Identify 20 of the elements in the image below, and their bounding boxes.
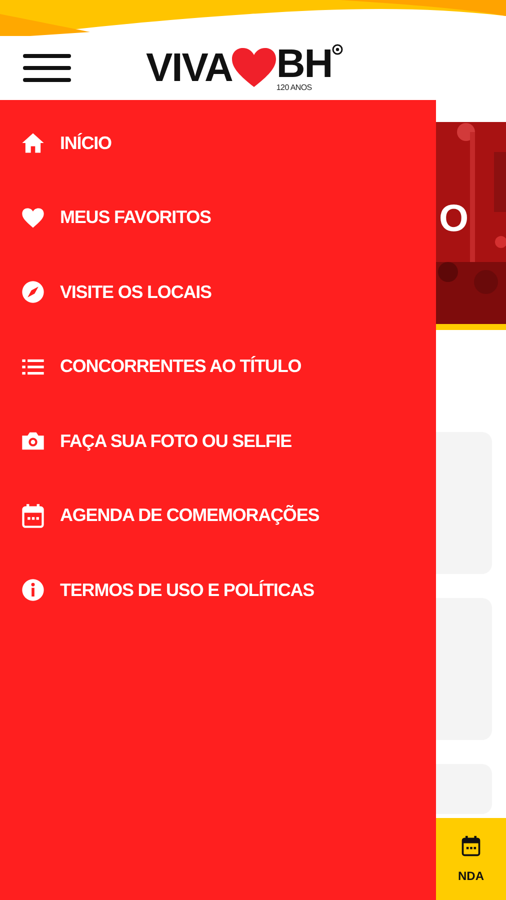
menu-item[interactable]: FAÇA SUA FOTO OU SELFIE xyxy=(0,404,436,478)
logo-text: BH xyxy=(276,44,332,84)
heart-icon xyxy=(232,48,276,88)
banner-text: O xyxy=(439,200,469,238)
menu-item[interactable]: TERMOS DE USO E POLÍTICAS xyxy=(0,553,436,628)
compass-icon xyxy=(20,279,46,306)
calendar-icon xyxy=(20,502,46,529)
logo-text: VIVA xyxy=(146,48,232,88)
menu-item[interactable]: MEUS FAVORITOS xyxy=(0,180,436,255)
registered-icon xyxy=(332,44,344,55)
menu-icon[interactable] xyxy=(23,52,71,84)
agenda-tab[interactable]: NDA xyxy=(436,818,506,900)
menu-item[interactable]: VISITE OS LOCAIS xyxy=(0,255,436,330)
calendar-icon xyxy=(460,833,482,859)
card-background xyxy=(436,764,492,814)
menu-item[interactable]: INÍCIO xyxy=(0,106,436,180)
menu-item[interactable]: AGENDA DE COMEMORAÇÕES xyxy=(0,478,436,553)
menu-item[interactable]: CONCORRENTES AO TÍTULO xyxy=(0,330,436,404)
info-icon xyxy=(20,577,46,604)
logo-tagline: 120 ANOS xyxy=(276,84,313,92)
